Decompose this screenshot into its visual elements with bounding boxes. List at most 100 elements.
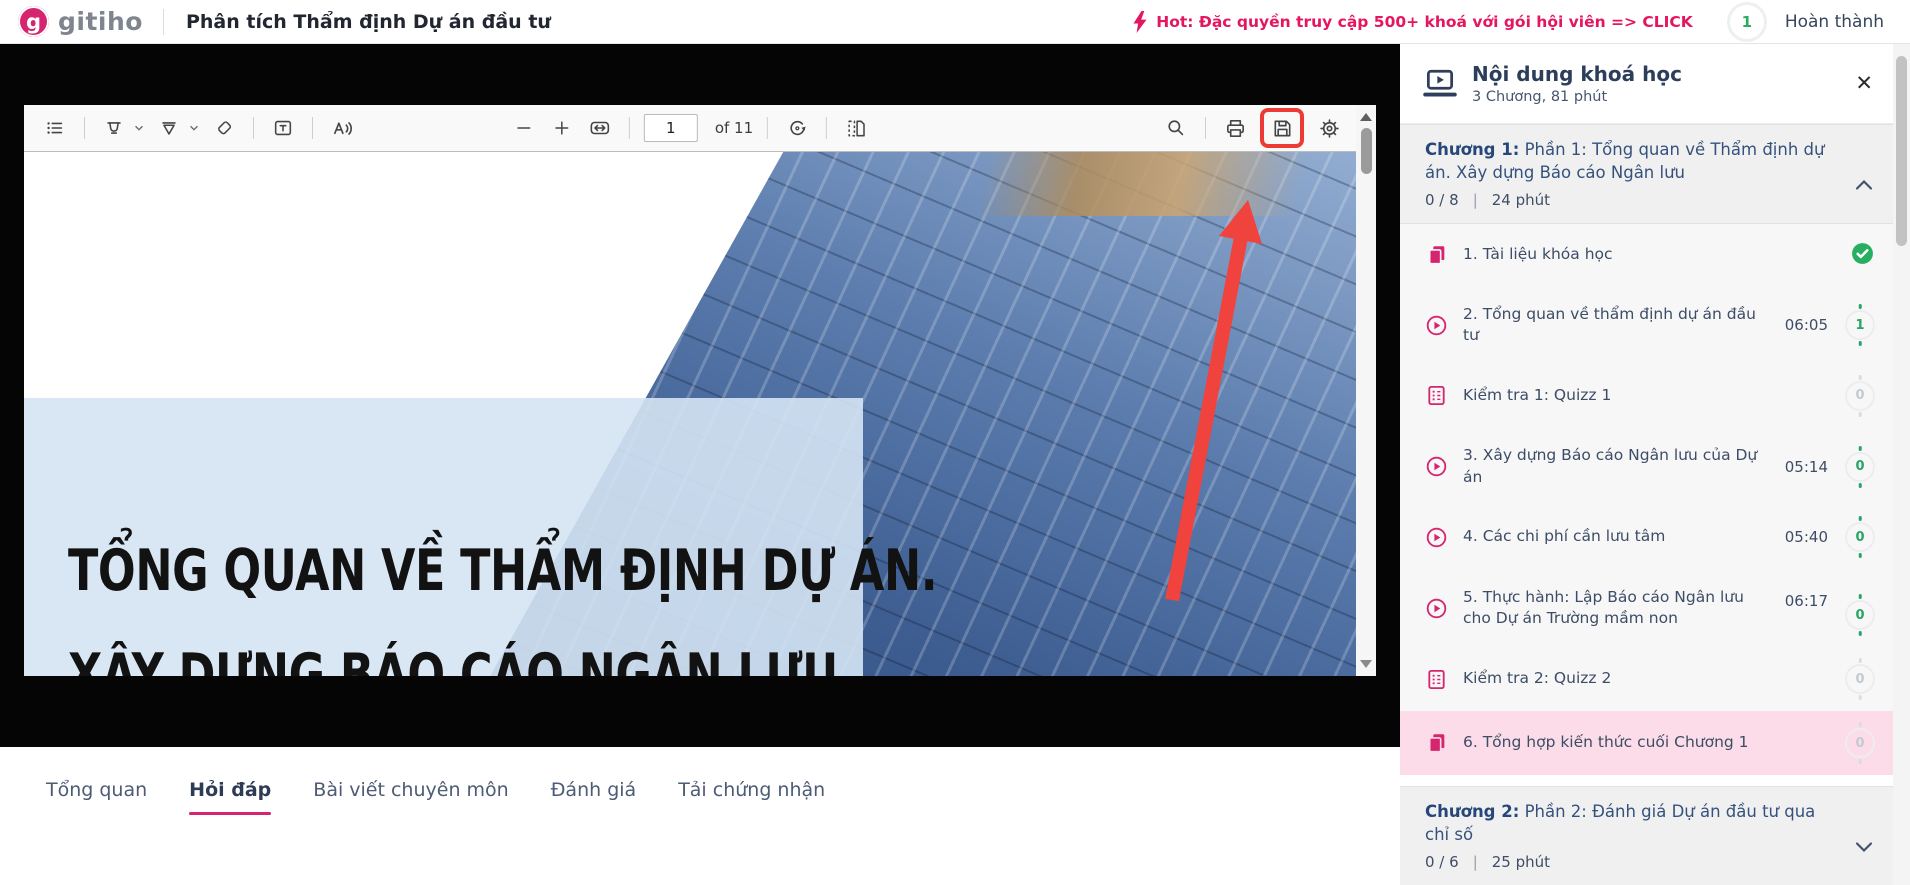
lesson-row[interactable]: 5. Thực hành: Lập Báo cáo Ngân lưu cho D… <box>1400 569 1893 647</box>
course-content-sidebar: Nội dung khoá học 3 Chương, 81 phút ✕ Ch… <box>1400 44 1893 885</box>
zoom-in-icon[interactable] <box>547 113 577 143</box>
gitiho-logo[interactable]: g gitiho <box>0 6 143 37</box>
lesson-row[interactable]: Kiểm tra 1: Quizz 1 0 <box>1400 364 1893 428</box>
scroll-down-icon[interactable] <box>1360 660 1372 668</box>
course-title: Phân tích Thẩm định Dự án đầu tư <box>185 10 551 33</box>
badge-count: 0 <box>1855 671 1865 687</box>
meta-separator: | <box>1472 852 1478 871</box>
lesson-progress-badge: 0 <box>1845 728 1875 759</box>
lesson-duration: 06:05 <box>1784 316 1828 335</box>
chevron-up-icon[interactable] <box>1855 179 1873 191</box>
tab-bai-viet-chuyen-mon[interactable]: Bài viết chuyên môn <box>313 779 508 815</box>
lesson-row[interactable]: Kiểm tra 2: Quizz 2 0 <box>1400 647 1893 711</box>
chevron-down-icon[interactable] <box>1855 841 1873 853</box>
chapter-1-header[interactable]: Chương 1: Phần 1: Tổng quan về Thẩm định… <box>1400 124 1893 224</box>
tab-bar: Tổng quan Hỏi đáp Bài viết chuyên môn Đá… <box>0 747 1400 815</box>
sidebar-title: Nội dung khoá học <box>1472 62 1682 86</box>
play-icon <box>1425 526 1448 549</box>
lesson-progress-badge: 0 <box>1845 522 1875 553</box>
play-icon <box>1425 597 1448 620</box>
sidebar-header: Nội dung khoá học 3 Chương, 81 phút ✕ <box>1400 44 1893 124</box>
highlighter-tool-icon[interactable] <box>99 113 129 143</box>
chapter-1-lessons: 1. Tài liệu khóa học 2. Tổng quan về thẩ… <box>1400 223 1893 776</box>
close-icon[interactable]: ✕ <box>1855 73 1873 94</box>
draw-pen-tool-icon[interactable] <box>154 113 184 143</box>
chapter-2-meta: 0 / 6 | 25 phút <box>1425 853 1841 871</box>
lesson-row-active[interactable]: 6. Tổng hợp kiến thức cuối Chương 1 0 <box>1400 711 1893 776</box>
tab-hoi-dap[interactable]: Hỏi đáp <box>189 779 272 815</box>
progress-count-badge[interactable]: 1 <box>1726 1 1767 42</box>
lesson-row[interactable]: 1. Tài liệu khóa học <box>1400 224 1893 287</box>
search-icon[interactable] <box>1161 113 1191 143</box>
page-scroll-thumb[interactable] <box>1896 56 1907 246</box>
viewer-stage: of 11 <box>0 44 1400 747</box>
badge-count: 0 <box>1855 607 1865 623</box>
lightning-icon <box>1133 10 1147 33</box>
laptop-video-icon <box>1423 69 1457 96</box>
chapter-1-progress: 0 / 8 <box>1425 190 1459 209</box>
badge-count: 1 <box>1855 317 1865 333</box>
badge-count: 0 <box>1855 529 1865 545</box>
hot-promo-link[interactable]: Hot: Đặc quyền truy cập 500+ khoá với gó… <box>1132 10 1693 33</box>
read-aloud-icon[interactable] <box>327 113 357 143</box>
save-icon[interactable] <box>1267 113 1297 143</box>
chapter-2-label: Chương 2: <box>1425 802 1520 822</box>
toolbar-divider <box>84 117 85 139</box>
lesson-progress-badge: 0 <box>1845 664 1875 695</box>
toolbar-divider <box>253 117 254 139</box>
pdf-scroll-thumb[interactable] <box>1360 128 1372 174</box>
chapter-2-header[interactable]: Chương 2: Phần 2: Đánh giá Dự án đầu tư … <box>1400 786 1893 885</box>
chapter-1-label: Chương 1: <box>1425 140 1520 159</box>
scroll-up-icon[interactable] <box>1360 113 1372 121</box>
document-icon <box>1425 732 1448 754</box>
page-number-input[interactable] <box>643 114 698 142</box>
tab-tai-chung-nhan[interactable]: Tải chứng nhận <box>678 779 825 815</box>
sidebar-subtitle: 3 Chương, 81 phút <box>1472 89 1608 105</box>
print-icon[interactable] <box>1220 113 1250 143</box>
chapter-2-title: Chương 2: Phần 2: Đánh giá Dự án đầu tư … <box>1425 801 1841 847</box>
lesson-duration: 06:17 <box>1784 592 1828 611</box>
pdf-page[interactable]: TỔNG QUAN VỀ THẨM ĐỊNH DỰ ÁN. XÂY DỰNG B… <box>24 152 1356 676</box>
sidebar-toggle-icon[interactable] <box>40 113 70 143</box>
chapter-2-progress: 0 / 6 <box>1425 852 1459 871</box>
play-icon <box>1425 455 1448 478</box>
toolbar-divider <box>767 117 769 139</box>
hot-promo-text: Hot: Đặc quyền truy cập 500+ khoá với gó… <box>1156 12 1693 31</box>
eraser-tool-icon[interactable] <box>209 113 239 143</box>
zoom-out-icon[interactable] <box>509 113 539 143</box>
lesson-progress-badge: 0 <box>1845 600 1875 631</box>
lesson-row[interactable]: 3. Xây dựng Báo cáo Ngân lưu của Dự án 0… <box>1400 428 1893 505</box>
toolbar-divider <box>1205 117 1206 139</box>
gitiho-logo-icon: g <box>18 6 49 37</box>
header-divider <box>162 8 164 35</box>
lesson-progress-badge: 0 <box>1845 380 1875 411</box>
progress-count: 1 <box>1741 12 1753 31</box>
lesson-title: Kiểm tra 1: Quizz 1 <box>1463 386 1612 405</box>
lesson-title: 1. Tài liệu khóa học <box>1463 245 1613 264</box>
tab-danh-gia[interactable]: Đánh giá <box>551 779 636 815</box>
play-icon <box>1425 314 1448 337</box>
page-spread-icon[interactable] <box>841 113 871 143</box>
rotate-page-icon[interactable] <box>782 113 812 143</box>
lesson-title: 6. Tổng hợp kiến thức cuối Chương 1 <box>1463 733 1749 752</box>
settings-gear-icon[interactable] <box>1314 113 1344 143</box>
complete-button[interactable]: Hoàn thành <box>1785 12 1884 32</box>
page-scrollbar[interactable] <box>1893 44 1910 885</box>
highlighter-options-chevron-icon[interactable] <box>131 113 146 143</box>
tab-tong-quan[interactable]: Tổng quan <box>46 779 147 815</box>
draw-pen-options-chevron-icon[interactable] <box>186 113 201 143</box>
lesson-duration: 05:14 <box>1784 457 1828 476</box>
lesson-row[interactable]: 4. Các chi phí cần lưu tâm 05:40 0 <box>1400 505 1893 569</box>
badge-count: 0 <box>1855 459 1865 475</box>
fit-width-icon[interactable] <box>585 113 615 143</box>
chapter-2-duration: 25 phút <box>1491 852 1551 871</box>
lesson-row[interactable]: 2. Tổng quan về thẩm định dự án đầu tư 0… <box>1400 287 1893 364</box>
lesson-title: 5. Thực hành: Lập Báo cáo Ngân lưu cho D… <box>1463 587 1744 628</box>
pdf-scrollbar[interactable] <box>1356 105 1376 676</box>
lesson-title: Kiểm tra 2: Quizz 2 <box>1463 669 1612 688</box>
text-box-tool-icon[interactable] <box>268 113 298 143</box>
crane-accent <box>936 152 1356 216</box>
pdf-toolbar: of 11 <box>24 105 1356 152</box>
lesson-title: 3. Xây dựng Báo cáo Ngân lưu của Dự án <box>1463 445 1758 486</box>
lesson-title: 2. Tổng quan về thẩm định dự án đầu tư <box>1463 304 1756 345</box>
